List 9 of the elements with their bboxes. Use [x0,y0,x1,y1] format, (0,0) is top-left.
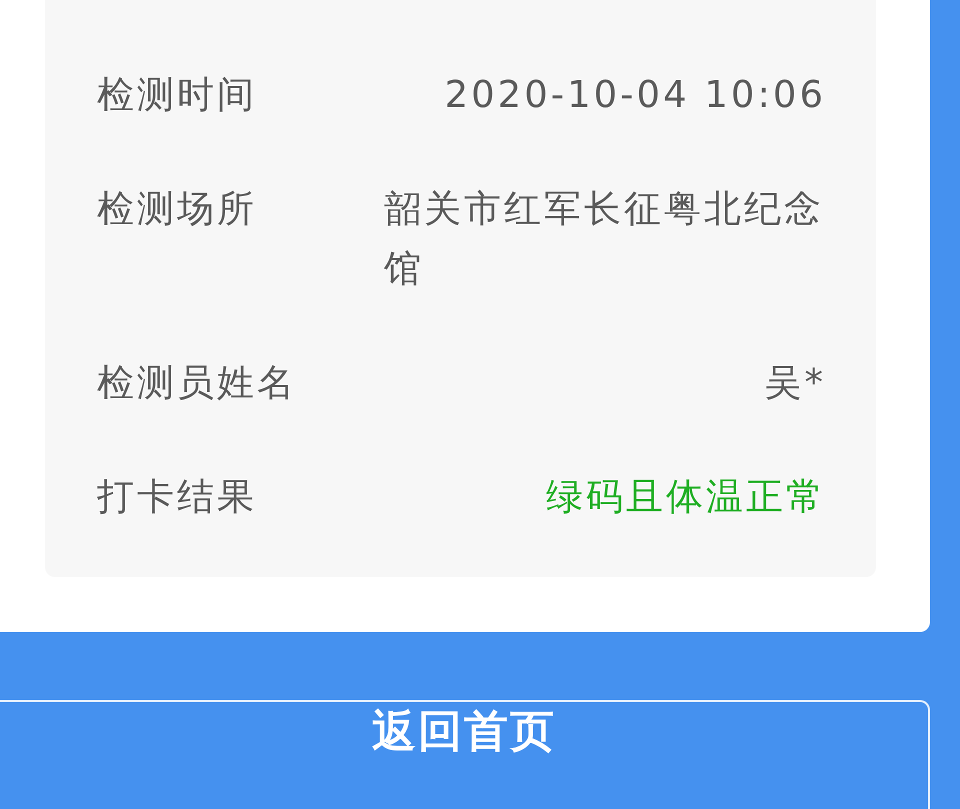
field-value: 2020-10-04 10:06 [444,72,826,118]
field-label: 打卡结果 [97,474,257,520]
field-value: 吴* [764,360,826,406]
field-value: 绿码且体温正常 [546,474,826,520]
field-label: 检测时间 [97,72,257,118]
field-value: 韶关市红军长征粤北纪念馆 [384,186,825,292]
field-label: 检测场所 [97,186,257,232]
home-button[interactable]: 返回首页 [0,700,930,809]
field-label: 检测员姓名 [97,360,297,406]
